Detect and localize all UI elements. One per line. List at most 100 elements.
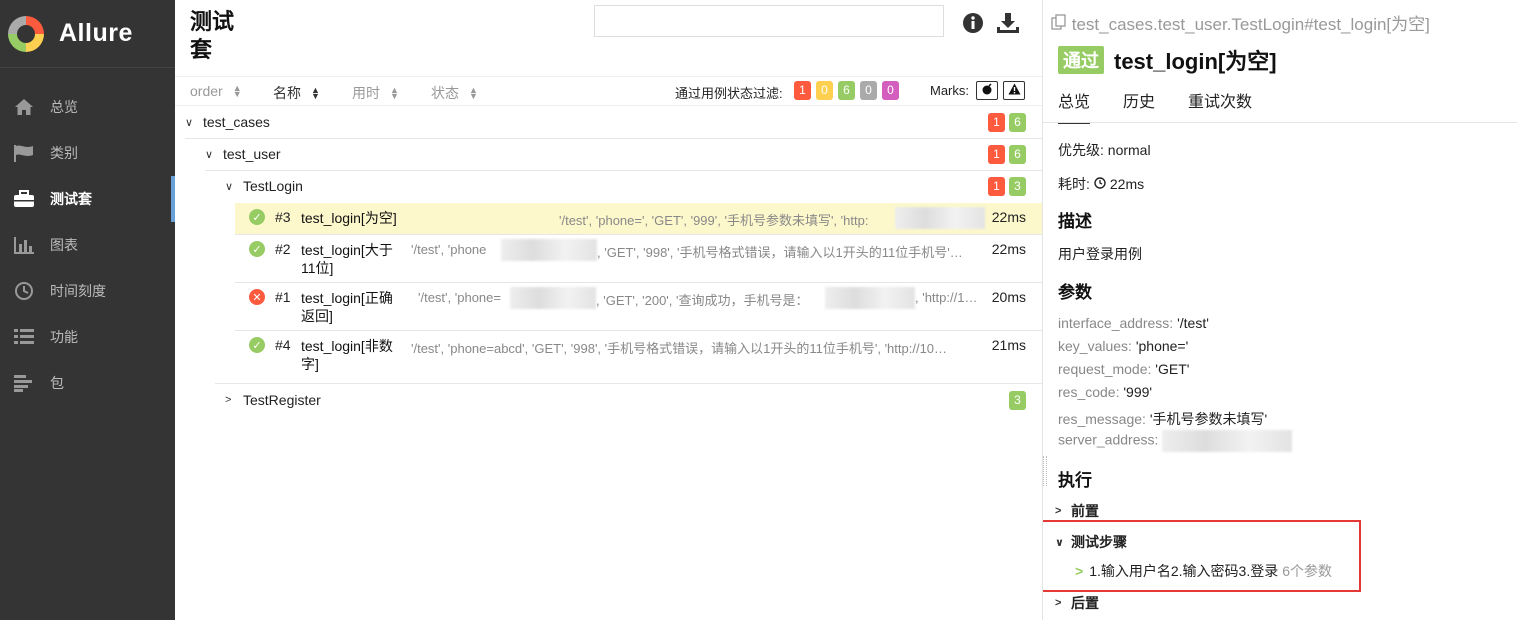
case-name: test_login[非数字]	[301, 338, 393, 372]
result-tabs: 总览 历史 重试次数	[1058, 88, 1285, 124]
sidebar-item-behaviors[interactable]: 功能	[0, 314, 175, 360]
case-number: #1	[275, 289, 291, 305]
tree-group-label: test_cases	[203, 114, 270, 130]
sort-duration[interactable]: 用时 ▲ ▼	[352, 83, 399, 103]
failed-cross-icon: ✕	[249, 289, 265, 305]
tab-overview[interactable]: 总览	[1058, 88, 1091, 124]
flag-icon	[12, 143, 36, 163]
info-icon[interactable]	[960, 10, 986, 36]
chevron-down-icon: ∨	[205, 148, 214, 161]
setup-label: 前置	[1071, 503, 1099, 519]
brand[interactable]: Allure	[0, 0, 175, 68]
sidebar-item-label: 时间刻度	[50, 283, 106, 299]
chevron-right-icon: >	[1055, 505, 1062, 517]
param-row: server_address:	[1058, 430, 1293, 452]
tree-toolbar: order ▲ ▼ 名称 ▲ ▼ 用时 ▲ ▼ 状态 ▲ ▼ 通过用例状态过滤: 1 0…	[175, 76, 1042, 106]
teardown-label: 后置	[1071, 595, 1099, 611]
sort-name[interactable]: 名称 ▲ ▼	[273, 83, 320, 103]
group-counts: 1 6	[988, 144, 1026, 164]
parameters-heading: 参数	[1058, 283, 1092, 302]
param-row: res_message: '手机号参数未填写'	[1058, 411, 1268, 427]
severity: 优先级: normal	[1058, 142, 1151, 158]
sort-order[interactable]: order ▲ ▼	[190, 83, 242, 99]
param-value: '999'	[1123, 384, 1153, 400]
case-params: '/test', 'phone=', 'GET', '999', '手机号参数未…	[559, 213, 869, 228]
briefcase-icon	[12, 189, 36, 209]
sidebar-item-categories[interactable]: 类别	[0, 130, 175, 176]
param-row: interface_address: '/test'	[1058, 315, 1209, 331]
redacted-region	[501, 239, 597, 261]
sidebar-item-graphs[interactable]: 图表	[0, 222, 175, 268]
annotation-highlight-box	[1043, 520, 1361, 592]
test-case-row[interactable]: ✓ #3 test_login[为空] '/test', 'phone=', '…	[235, 203, 1042, 234]
allure-report-app: Allure 总览 类别 测试套 图表 时间刻度 功能 包 测试 套 order…	[0, 0, 1517, 620]
mark-new-failed-button[interactable]	[1003, 81, 1025, 100]
sort-status-label: 状态	[431, 85, 459, 101]
copy-icon[interactable]	[1051, 14, 1072, 34]
sidebar-item-timeline[interactable]: 时间刻度	[0, 268, 175, 314]
chevron-right-icon: >	[1055, 597, 1062, 609]
teardown-section[interactable]: > 后置	[1055, 593, 1099, 613]
sidebar-item-suites[interactable]: 测试套	[0, 176, 175, 222]
failed-count: 1	[988, 112, 1005, 132]
clock-icon	[1094, 176, 1106, 192]
filter-skipped[interactable]: 0	[860, 81, 877, 100]
sidebar-item-label: 类别	[50, 145, 78, 161]
description-heading: 描述	[1058, 212, 1092, 231]
redacted-region	[895, 207, 985, 229]
bomb-icon	[981, 83, 993, 98]
test-case-row[interactable]: ✕ #1 test_login[正确返回] '/test', 'phone= ,…	[235, 283, 1042, 330]
param-key: res_code	[1058, 384, 1116, 400]
case-params: '/test', 'phone	[411, 242, 487, 257]
param-value: '/test'	[1177, 315, 1209, 331]
tree-group-label: test_user	[223, 146, 281, 162]
passed-check-icon: ✓	[249, 337, 265, 353]
description-text: 用户登录用例	[1058, 246, 1142, 262]
passed-count: 6	[1009, 112, 1026, 132]
tree-group-testregister[interactable]: > TestRegister 3	[225, 384, 1042, 416]
redacted-region	[510, 287, 596, 309]
case-params-cont: , 'GET', '998', '手机号格式错误，请输入以1开头的11位手机号'…	[597, 245, 963, 260]
sidebar-item-overview[interactable]: 总览	[0, 84, 175, 130]
tab-retries[interactable]: 重试次数	[1188, 88, 1252, 124]
case-duration: 22ms	[991, 209, 1026, 225]
mark-flaky-button[interactable]	[976, 81, 998, 100]
sidebar-item-label: 总览	[50, 99, 78, 115]
tree-group-testlogin[interactable]: ∨ TestLogin 1 3	[225, 170, 1042, 202]
page-title-line2: 套	[190, 37, 213, 62]
pane-resize-handle[interactable]	[1043, 456, 1047, 486]
passed-check-icon: ✓	[249, 241, 265, 257]
filter-failed[interactable]: 1	[794, 81, 811, 100]
param-row: request_mode: 'GET'	[1058, 361, 1190, 377]
case-duration: 21ms	[991, 337, 1026, 353]
tree-group-test-cases[interactable]: ∨ test_cases 1 6	[185, 106, 1042, 138]
search-input[interactable]	[594, 5, 944, 37]
case-name: test_login[正确返回]	[301, 290, 393, 324]
allure-logo-icon	[8, 15, 44, 52]
sort-status[interactable]: 状态 ▲ ▼	[431, 83, 478, 103]
sort-order-label: order	[190, 83, 223, 99]
chevron-right-icon: >	[225, 394, 232, 406]
sort-arrows-icon: ▲ ▼	[469, 85, 478, 101]
sidebar-item-packages[interactable]: 包	[0, 360, 175, 406]
tree-group-test-user[interactable]: ∨ test_user 1 6	[205, 138, 1042, 170]
case-name: test_login[大于11位]	[301, 242, 393, 276]
param-row: key_values: 'phone='	[1058, 338, 1189, 354]
filter-passed[interactable]: 6	[838, 81, 855, 100]
setup-section[interactable]: > 前置	[1055, 501, 1099, 521]
suites-tree-pane: 测试 套 order ▲ ▼ 名称 ▲ ▼ 用时 ▲ ▼ 状态 ▲ ▼ 通过用例…	[175, 0, 1043, 620]
filter-broken[interactable]: 0	[816, 81, 833, 100]
sidebar-item-label: 测试套	[50, 191, 92, 207]
test-case-row[interactable]: ✓ #2 test_login[大于11位] '/test', 'phone ,…	[235, 235, 1042, 282]
test-title: test_login[为空]	[1114, 49, 1277, 74]
failed-count: 1	[988, 144, 1005, 164]
param-key: request_mode	[1058, 361, 1148, 377]
chevron-down-icon: ∨	[225, 180, 234, 193]
passed-count: 3	[1009, 176, 1026, 196]
passed-count: 3	[1009, 390, 1026, 410]
tab-history[interactable]: 历史	[1123, 88, 1155, 124]
download-icon[interactable]	[995, 10, 1021, 36]
test-case-row[interactable]: ✓ #4 test_login[非数字] '/test', 'phone=abc…	[235, 331, 1042, 378]
sort-arrows-icon: ▲ ▼	[311, 85, 320, 101]
filter-unknown[interactable]: 0	[882, 81, 899, 100]
